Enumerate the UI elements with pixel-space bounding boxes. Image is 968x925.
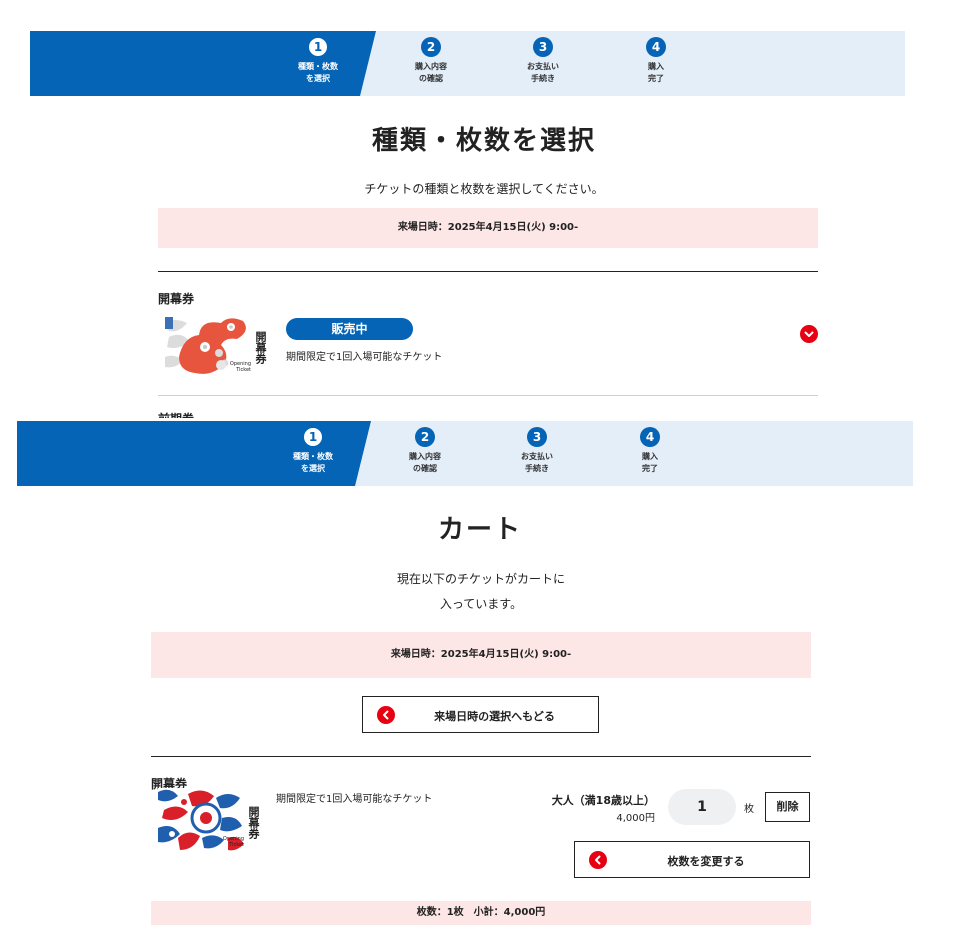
- step-1: 1 種類・枚数を選択: [278, 37, 358, 85]
- step-label: 種類・枚数: [298, 62, 338, 71]
- step-1: 1 種類・枚数を選択: [273, 427, 353, 475]
- cart-message-line2: 入っています。: [439, 597, 523, 611]
- cart-screen: 1 種類・枚数を選択 2 購入内容の確認 3 お支払い手続き 4 購入完了 カー…: [0, 418, 968, 925]
- step-label: 種類・枚数: [293, 452, 333, 461]
- step-label: を選択: [306, 74, 330, 83]
- status-badge: 販売中: [286, 318, 413, 340]
- step-number: 4: [640, 427, 660, 447]
- ticket-select-screen: 1 種類・枚数 を選択 2 購入内容 の確認 3 お支払い 手続き 4 購入 完了 種類…: [0, 0, 968, 418]
- ticket-art-title: 開幕券: [247, 806, 260, 839]
- ticket-section-label: 開幕券: [158, 292, 195, 306]
- expand-ticket-button[interactable]: [800, 325, 818, 343]
- step-number: 1: [308, 37, 328, 57]
- step-label: の確認: [413, 464, 437, 473]
- quantity-unit: 枚: [744, 804, 754, 815]
- cart-ticket-description: 期間限定で1回入場可能なチケット: [276, 794, 433, 805]
- ticket-art-subtitle: Opening Ticket: [218, 836, 244, 848]
- cart-message-line1: 現在以下のチケットがカートに: [396, 572, 565, 586]
- step-number: 1: [303, 427, 323, 447]
- page-title: カート: [437, 515, 522, 545]
- chevron-down-icon: [804, 331, 814, 337]
- step-number: 3: [533, 37, 553, 57]
- progress-steps: 1 種類・枚数を選択 2 購入内容の確認 3 お支払い手続き 4 購入完了: [17, 421, 913, 486]
- step-2: 2 購入内容の確認: [385, 427, 465, 475]
- ticket-description: 期間限定で1回入場可能なチケット: [286, 352, 443, 363]
- ticket-price: 4,000円: [616, 813, 655, 824]
- step-3: 3 お支払い手続き: [497, 427, 577, 475]
- step-number: 2: [421, 37, 441, 57]
- next-ticket-section-label: 前期券: [158, 410, 194, 418]
- step-3: 3 お支払い手続き: [503, 37, 583, 85]
- step-label: 購入内容: [409, 452, 441, 461]
- ticket-image: 開幕券 Opening Ticket: [165, 317, 270, 375]
- ticket-art-title: 開幕券: [254, 331, 267, 364]
- divider: [158, 271, 818, 272]
- divider: [158, 395, 818, 396]
- change-quantity-button[interactable]: 枚数を変更する: [574, 841, 810, 878]
- cart-ticket-image: 開幕券 Opening Ticket: [158, 788, 263, 852]
- back-to-date-label: 来場日時の選択へもどる: [434, 710, 555, 723]
- delete-button[interactable]: 削除: [765, 792, 810, 822]
- step-label: 手続き: [531, 74, 555, 83]
- ticket-art-sub2: Ticket: [229, 842, 244, 848]
- step-4: 4 購入完了: [610, 427, 690, 475]
- ticket-type-label: 大人（満18歳以上）: [551, 794, 655, 807]
- back-to-date-button[interactable]: 来場日時の選択へもどる: [362, 696, 599, 733]
- step-label: の確認: [419, 74, 443, 83]
- ticket-art-sub2: Ticket: [236, 367, 251, 373]
- step-label: 手続き: [525, 464, 549, 473]
- cart-summary: 枚数：1枚 小計：4,000円: [151, 901, 811, 925]
- instruction-text: チケットの種類と枚数を選択してください。: [364, 182, 604, 196]
- step-number: 3: [527, 427, 547, 447]
- step-label: を選択: [301, 464, 325, 473]
- step-2: 2 購入内容の確認: [391, 37, 471, 85]
- step-4: 4 購入完了: [616, 37, 696, 85]
- visit-date-banner: 来場日時：2025年4月15日(火) 9:00-: [158, 208, 818, 248]
- step-label: 完了: [642, 464, 658, 473]
- step-label: お支払い: [521, 452, 553, 461]
- step-label: 購入: [648, 62, 664, 71]
- step-label: 完了: [648, 74, 664, 83]
- step-number: 4: [646, 37, 666, 57]
- change-quantity-label: 枚数を変更する: [667, 855, 745, 868]
- ticket-art-subtitle: Opening Ticket: [225, 361, 251, 373]
- step-label: 購入: [642, 452, 658, 461]
- progress-steps: 1 種類・枚数を選択 2 購入内容の確認 3 お支払い手続き 4 購入完了: [30, 31, 905, 96]
- divider: [151, 756, 811, 757]
- step-number: 2: [415, 427, 435, 447]
- quantity-display[interactable]: 1: [668, 789, 736, 825]
- page-title: 種類・枚数を選択: [371, 126, 596, 156]
- step-label: 購入内容: [415, 62, 447, 71]
- visit-date-banner: 来場日時：2025年4月15日(火) 9:00-: [151, 632, 811, 678]
- step-label: お支払い: [527, 62, 559, 71]
